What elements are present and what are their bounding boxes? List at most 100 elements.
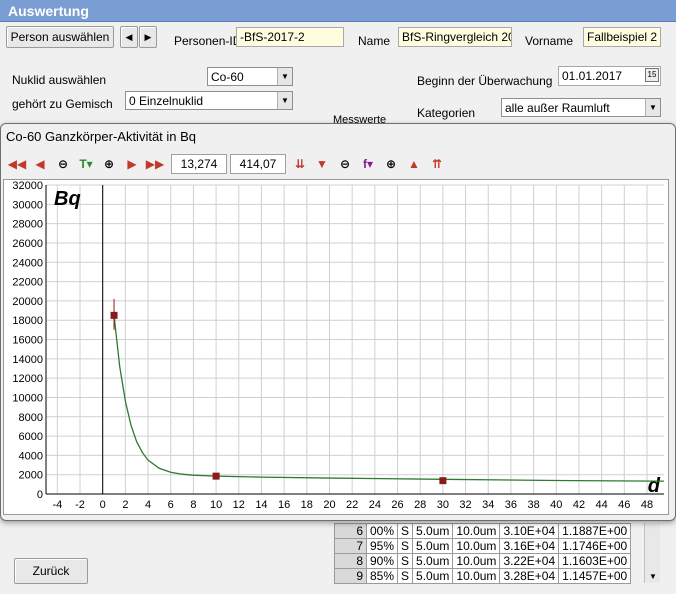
table-cell-num: 9 — [334, 568, 367, 584]
y-tick-label: 28000 — [12, 219, 43, 231]
calendar-icon[interactable]: 15 — [645, 68, 659, 82]
chevron-down-icon[interactable]: ▼ — [645, 99, 660, 116]
x-tick-label: 4 — [145, 499, 151, 511]
vorname-label: Vorname — [525, 34, 574, 48]
messwerte-table: 6 00% S 5.0um 10.0um 3.10E+04 1.1887E+00 7 95% S 5… — [334, 523, 632, 584]
kategorien-value: alle außer Raumluft — [505, 101, 610, 115]
form-title: Auswertung — [8, 3, 89, 19]
x-value-field[interactable]: 13,274 — [171, 154, 227, 174]
nuklid-combo[interactable]: Co-60 ▼ — [207, 67, 293, 86]
x-tick-label: -4 — [52, 499, 62, 511]
y-zoom-out-icon[interactable]: ⊖ — [335, 154, 355, 174]
gemisch-value: 0 Einzelnuklid — [129, 94, 204, 108]
x-tick-label: 28 — [414, 499, 426, 511]
personen-id-label: Personen-ID — [174, 34, 242, 48]
table-cell-s: S — [397, 523, 414, 539]
table-cell-d: 1.1457E+00 — [558, 568, 632, 584]
y-tick-label: 2000 — [19, 470, 43, 482]
table-cell-d: 1.1603E+00 — [558, 553, 632, 569]
up-icon[interactable]: ▲ — [404, 154, 424, 174]
last-page-icon[interactable]: ▶▶ — [145, 154, 165, 174]
table-cell-d: 1.1887E+00 — [558, 523, 632, 539]
function-tool-icon[interactable]: f▾ — [358, 154, 378, 174]
table-cell-num: 8 — [334, 553, 367, 569]
double-down-icon[interactable]: ⇊ — [290, 154, 310, 174]
kategorien-combo[interactable]: alle außer Raumluft ▼ — [501, 98, 661, 117]
x-tick-label: 20 — [323, 499, 335, 511]
activity-chart: -4 -2 0 2 4 6 8 10 12 14 16 18 20 22 24 26 28 30 32 34 36 38 4… — [12, 180, 665, 511]
y-tick-label: 24000 — [12, 257, 43, 269]
beginn-label: Beginn der Überwachung — [417, 74, 553, 88]
chevron-down-icon[interactable]: ▼ — [277, 68, 292, 85]
person-select-button[interactable]: Person auswählen — [6, 26, 114, 48]
x-tick-label: 22 — [346, 499, 358, 511]
form-titlebar: Auswertung — [0, 0, 676, 22]
x-tick-label: 18 — [301, 499, 313, 511]
table-cell-s: S — [397, 553, 414, 569]
nuklid-value: Co-60 — [211, 70, 244, 84]
y-tick-label: 10000 — [12, 392, 43, 404]
table-cell-c: 3.22E+04 — [499, 553, 560, 569]
y-tick-label: 22000 — [12, 277, 43, 289]
table-row[interactable]: 7 95% S 5.0um 10.0um 3.16E+04 1.1746E+00 — [334, 538, 632, 554]
y-value-field[interactable]: 414,07 — [230, 154, 286, 174]
y-tick-label: 12000 — [12, 373, 43, 385]
x-tick-label: -2 — [75, 499, 85, 511]
table-scrollbar[interactable]: ▼ — [644, 523, 660, 583]
x-tick-label: 38 — [527, 499, 539, 511]
x-tick-label: 26 — [391, 499, 403, 511]
zoom-in-icon[interactable]: ⊕ — [99, 154, 119, 174]
nuklid-label: Nuklid auswählen — [12, 73, 107, 87]
table-cell-pct: 00% — [365, 523, 399, 539]
down-icon[interactable]: ▼ — [312, 154, 332, 174]
x-tick-label: 40 — [550, 499, 562, 511]
y-tick-label: 26000 — [12, 238, 43, 250]
x-tick-label: 46 — [618, 499, 630, 511]
x-tick-label: 30 — [437, 499, 449, 511]
x-tick-label: 14 — [255, 499, 267, 511]
table-cell-num: 7 — [334, 538, 367, 554]
chevron-down-icon[interactable]: ▼ — [277, 92, 292, 109]
double-up-icon[interactable]: ⇈ — [427, 154, 447, 174]
x-tick-label: 44 — [596, 499, 608, 511]
table-cell-num: 6 — [334, 523, 367, 539]
y-tick-label: 16000 — [12, 335, 43, 347]
y-tick-label: 20000 — [12, 296, 43, 308]
y-tick-label: 32000 — [12, 180, 43, 192]
nav-next-button[interactable]: ▶ — [139, 26, 157, 48]
table-cell-b: 10.0um — [452, 568, 501, 584]
text-tool-icon[interactable]: T▾ — [76, 154, 96, 174]
x-axis-label: d — [648, 475, 661, 497]
beginn-date-field[interactable]: 01.01.2017 15 — [558, 66, 661, 86]
table-cell-pct: 85% — [365, 568, 399, 584]
table-cell-b: 10.0um — [452, 523, 501, 539]
y-zoom-in-icon[interactable]: ⊕ — [381, 154, 401, 174]
prev-icon[interactable]: ◀ — [30, 154, 50, 174]
x-tick-label: 8 — [190, 499, 196, 511]
gemisch-combo[interactable]: 0 Einzelnuklid ▼ — [125, 91, 293, 110]
y-tick-label: 18000 — [12, 315, 43, 327]
back-button[interactable]: Zurück — [14, 558, 88, 584]
table-cell-pct: 95% — [365, 538, 399, 554]
nav-prev-button[interactable]: ◀ — [120, 26, 138, 48]
name-field[interactable]: BfS-Ringvergleich 201 — [398, 27, 512, 47]
x-tick-label: 12 — [233, 499, 245, 511]
table-cell-a: 5.0um — [412, 553, 454, 569]
next-icon[interactable]: ▶ — [122, 154, 142, 174]
table-row[interactable]: 6 00% S 5.0um 10.0um 3.10E+04 1.1887E+00 — [334, 523, 632, 539]
table-cell-pct: 90% — [365, 553, 399, 569]
first-page-icon[interactable]: ◀◀ — [7, 154, 27, 174]
chevron-down-icon[interactable]: ▼ — [649, 572, 657, 581]
plot-area[interactable]: -4 -2 0 2 4 6 8 10 12 14 16 18 20 22 24 26 28 30 32 34 36 38 4… — [3, 179, 669, 515]
measurement-point — [439, 477, 447, 485]
y-tick-label: 14000 — [12, 354, 43, 366]
vorname-field[interactable]: Fallbeispiel 2 — [583, 27, 661, 47]
x-tick-label: 2 — [122, 499, 128, 511]
zoom-out-icon[interactable]: ⊖ — [53, 154, 73, 174]
table-row[interactable]: 9 85% S 5.0um 10.0um 3.28E+04 1.1457E+00 — [334, 568, 632, 584]
name-label: Name — [358, 34, 391, 48]
personen-id-field[interactable]: -BfS-2017-2 — [236, 27, 344, 47]
kategorien-label: Kategorien — [417, 106, 476, 120]
y-tick-label: 8000 — [19, 412, 43, 424]
table-row[interactable]: 8 90% S 5.0um 10.0um 3.22E+04 1.1603E+00 — [334, 553, 632, 569]
